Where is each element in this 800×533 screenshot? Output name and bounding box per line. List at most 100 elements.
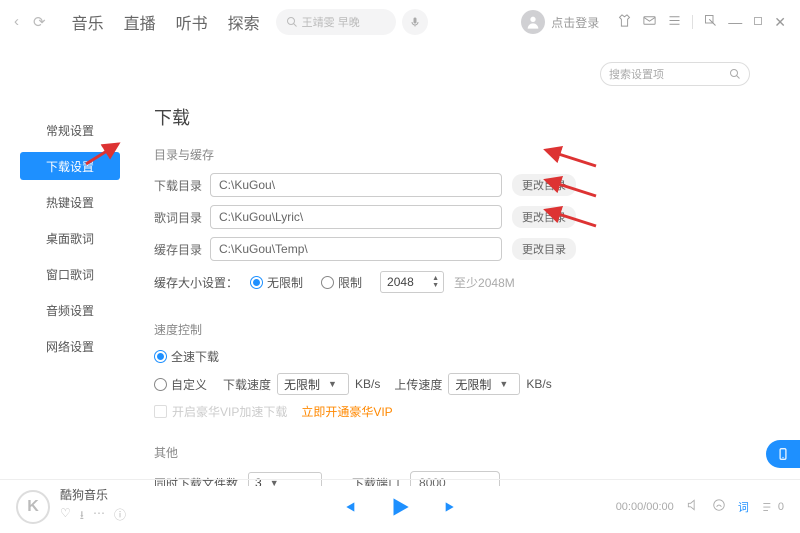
close-icon[interactable]: ✕	[774, 14, 786, 31]
main-area: 常规设置 下载设置 热键设置 桌面歌词 窗口歌词 音频设置 网络设置 下载 目录…	[0, 86, 800, 486]
chevron-down-icon: ▼	[328, 379, 337, 389]
section-other-title: 其他	[154, 444, 780, 461]
cache-size-value: 2048	[387, 275, 414, 289]
section-speed-title: 速度控制	[154, 321, 780, 338]
mail-icon[interactable]	[642, 13, 657, 31]
custom-speed-label: 自定义	[171, 376, 207, 393]
download-dir-label: 下载目录	[154, 177, 210, 194]
change-lyric-dir-button[interactable]: 更改目录	[512, 206, 576, 228]
cache-size-label: 缓存大小设置：	[154, 274, 238, 291]
sidebar-item-hotkey[interactable]: 热键设置	[20, 188, 120, 216]
window-controls: — ✕	[617, 13, 786, 31]
effects-icon[interactable]	[712, 498, 726, 515]
mini-mode-icon[interactable]	[703, 13, 718, 31]
cache-size-row: 缓存大小设置： 无限制 限制 2048 ▲▼ 至少2048M	[154, 271, 780, 293]
full-speed-label: 全速下载	[171, 348, 219, 365]
nav-arrows: ‹ ⟳	[14, 13, 46, 31]
topbar: ‹ ⟳ 音乐 直播 听书 探索 王靖雯 早晚 点击登录 — ✕	[0, 0, 800, 44]
track-name: 酷狗音乐	[60, 486, 126, 503]
time-display: 00:00/00:00	[616, 501, 674, 513]
user-icon	[525, 14, 541, 30]
shirt-icon[interactable]	[617, 13, 632, 31]
tab-music[interactable]: 音乐	[72, 10, 104, 34]
avatar[interactable]	[521, 10, 545, 34]
page-title: 下载	[154, 104, 780, 130]
vip-link[interactable]: 立即开通豪华VIP	[301, 403, 392, 420]
next-icon[interactable]	[443, 499, 459, 515]
settings-sidebar: 常规设置 下载设置 热键设置 桌面歌词 窗口歌词 音频设置 网络设置	[20, 86, 120, 486]
phone-icon	[776, 447, 790, 461]
section-dir-title: 目录与缓存	[154, 146, 780, 163]
mic-icon	[409, 16, 421, 28]
change-cache-dir-button[interactable]: 更改目录	[512, 238, 576, 260]
sidebar-item-audio[interactable]: 音频设置	[20, 296, 120, 324]
queue-count: 0	[778, 500, 784, 512]
volume-icon[interactable]	[686, 498, 700, 515]
minimize-icon[interactable]: —	[728, 14, 742, 30]
track-info: 酷狗音乐 ♡ ⭳ ⋯ ⓘ	[60, 486, 126, 527]
cache-unlimited-radio[interactable]	[250, 276, 263, 289]
lyric-button[interactable]: 词	[738, 499, 749, 515]
lyric-dir-row: 歌词目录 C:\KuGou\Lyric\ 更改目录	[154, 205, 780, 229]
float-phone-button[interactable]	[766, 440, 800, 468]
album-art[interactable]: K	[16, 490, 50, 524]
dl-speed-value: 无限制	[284, 376, 320, 393]
info-icon[interactable]: ⓘ	[114, 506, 126, 527]
tab-explore[interactable]: 探索	[228, 10, 260, 34]
cache-size-hint: 至少2048M	[454, 274, 515, 291]
speed-full-row: 全速下载	[154, 348, 780, 365]
menu-icon[interactable]	[667, 13, 682, 31]
download-icon[interactable]: ⭳	[80, 506, 84, 527]
search-icon	[286, 16, 298, 28]
play-icon[interactable]	[387, 494, 413, 520]
custom-speed-radio[interactable]	[154, 378, 167, 391]
sidebar-item-desktop-lyrics[interactable]: 桌面歌词	[20, 224, 120, 252]
search-icon	[729, 68, 741, 80]
sidebar-item-window-lyrics[interactable]: 窗口歌词	[20, 260, 120, 288]
sidebar-item-general[interactable]: 常规设置	[20, 116, 120, 144]
download-dir-row: 下载目录 C:\KuGou\ 更改目录	[154, 173, 780, 197]
like-icon[interactable]: ♡	[60, 506, 71, 527]
player-bar: K 酷狗音乐 ♡ ⭳ ⋯ ⓘ 00:00/00:00 词 0	[0, 479, 800, 533]
sidebar-item-download[interactable]: 下载设置	[20, 152, 120, 180]
dl-speed-select[interactable]: 无限制 ▼	[277, 373, 349, 395]
tab-live[interactable]: 直播	[124, 10, 156, 34]
settings-search-row: 搜索设置项	[0, 44, 800, 86]
settings-search-input[interactable]: 搜索设置项	[600, 62, 750, 86]
cache-dir-label: 缓存目录	[154, 241, 210, 258]
change-download-dir-button[interactable]: 更改目录	[512, 174, 576, 196]
cache-size-spinner[interactable]: 2048 ▲▼	[380, 271, 444, 293]
settings-search-placeholder: 搜索设置项	[609, 66, 664, 82]
refresh-icon[interactable]: ⟳	[33, 13, 46, 31]
search-placeholder: 王靖雯 早晚	[302, 14, 360, 30]
vip-checkbox[interactable]	[154, 405, 167, 418]
cache-limited-radio[interactable]	[321, 276, 334, 289]
sidebar-item-network[interactable]: 网络设置	[20, 332, 120, 360]
voice-search-button[interactable]	[402, 9, 428, 35]
search-input[interactable]: 王靖雯 早晚	[276, 9, 396, 35]
full-speed-radio[interactable]	[154, 350, 167, 363]
cache-dir-input[interactable]: C:\KuGou\Temp\	[210, 237, 502, 261]
ul-speed-select[interactable]: 无限制▼	[448, 373, 520, 395]
vip-text: 开启豪华VIP加速下载	[172, 403, 287, 420]
prev-icon[interactable]	[341, 499, 357, 515]
tab-audiobook[interactable]: 听书	[176, 10, 208, 34]
player-controls	[341, 494, 459, 520]
spinner-arrows-icon[interactable]: ▲▼	[432, 275, 439, 289]
lyric-dir-label: 歌词目录	[154, 209, 210, 226]
track-actions: ♡ ⭳ ⋯ ⓘ	[60, 506, 126, 527]
dl-speed-label: 下载速度	[223, 376, 271, 393]
back-icon[interactable]: ‹	[14, 13, 19, 31]
cache-limited-label: 限制	[338, 274, 362, 291]
top-tabs: 音乐 直播 听书 探索	[72, 10, 260, 34]
speed-custom-row: 自定义 下载速度 无限制▼ KB/s 上传速度 无限制▼ KB/s	[154, 373, 780, 395]
download-dir-input[interactable]: C:\KuGou\	[210, 173, 502, 197]
vip-row: 开启豪华VIP加速下载 立即开通豪华VIP	[154, 403, 780, 420]
dl-speed-unit: KB/s	[355, 377, 380, 391]
more-icon[interactable]: ⋯	[93, 506, 105, 527]
login-link[interactable]: 点击登录	[551, 14, 599, 31]
maximize-icon[interactable]	[752, 14, 764, 30]
lyric-dir-input[interactable]: C:\KuGou\Lyric\	[210, 205, 502, 229]
chevron-down-icon: ▼	[499, 379, 508, 389]
playlist-button[interactable]: 0	[761, 500, 784, 514]
